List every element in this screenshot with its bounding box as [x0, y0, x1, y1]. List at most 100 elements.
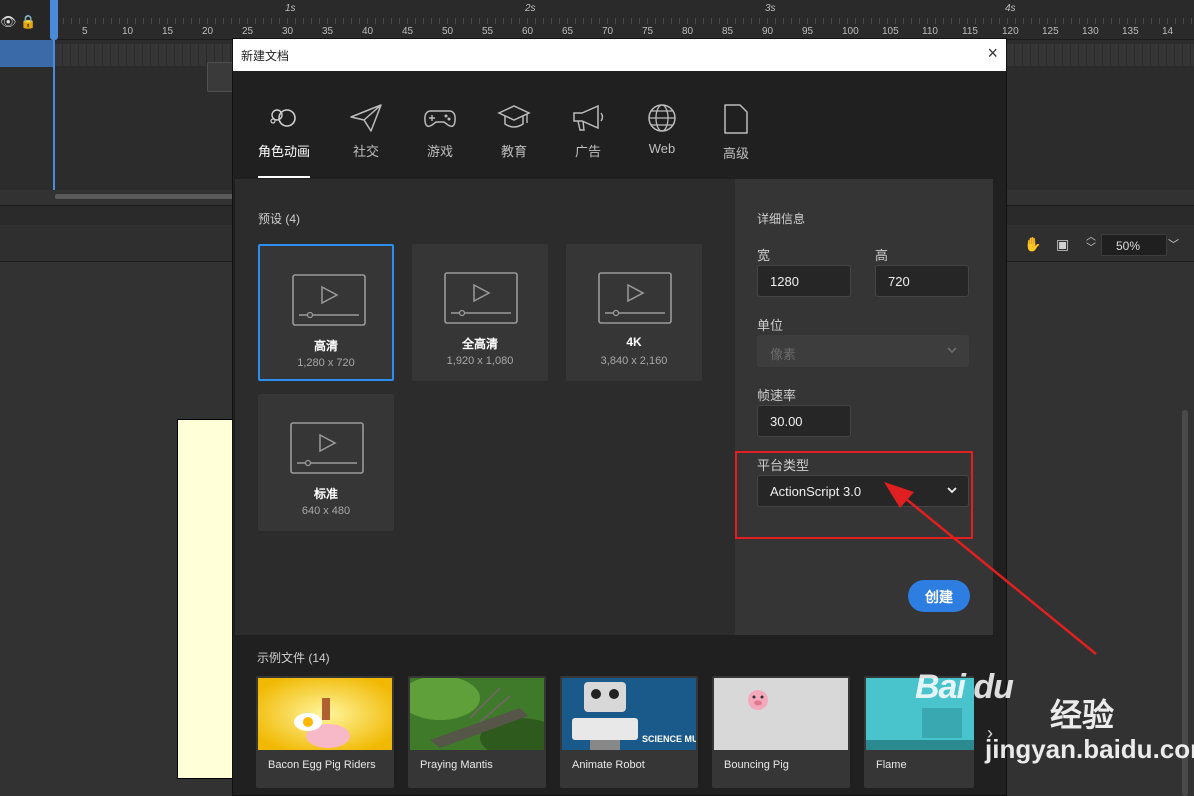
ruler-tick [167, 18, 168, 24]
eye-icon[interactable]: 👁 [0, 14, 17, 30]
ruler-tick [815, 18, 816, 24]
lock-icon[interactable]: 🔒 [20, 14, 36, 30]
ruler-tick [191, 18, 192, 24]
gamepad-icon [424, 110, 456, 128]
tab-advanced[interactable]: 高级 [706, 103, 766, 162]
tab-advertising[interactable]: 广告 [558, 103, 618, 160]
ruler-tick [639, 18, 640, 24]
ruler-tick [711, 18, 712, 24]
ruler-tick [1015, 18, 1016, 24]
ruler-tick [287, 18, 288, 24]
ruler-tick [439, 18, 440, 24]
ruler-tick [407, 18, 408, 24]
tab-label: 广告 [574, 144, 601, 159]
frame-tick-label: 75 [642, 26, 654, 37]
ruler-tick [215, 18, 216, 24]
preset-hd[interactable]: 高清 1,280 x 720 [258, 244, 394, 381]
width-input[interactable] [757, 265, 851, 297]
graduation-cap-icon [497, 105, 531, 128]
close-button[interactable]: × [987, 43, 998, 63]
sample-animate-robot[interactable]: SCIENCE MUSEUM Animate Robot [560, 676, 698, 788]
ruler-tick [935, 18, 936, 24]
ruler-tick [247, 18, 248, 24]
ruler-tick [127, 18, 128, 24]
zoom-input[interactable]: 50% [1101, 234, 1167, 256]
ruler-tick [631, 18, 632, 24]
chevron-down-icon[interactable]: ﹀ [1168, 236, 1179, 252]
ruler-tick [1143, 18, 1144, 24]
zoom-stepper-icon[interactable]: ︿ ﹀ [1086, 232, 1096, 254]
tab-education[interactable]: 教育 [484, 103, 544, 160]
ruler-tick [823, 18, 824, 24]
ruler-tick [175, 18, 176, 24]
fit-button[interactable] [207, 62, 233, 92]
frame-tick-label: 90 [762, 26, 774, 37]
preset-name: 高清 [313, 339, 338, 353]
ruler-tick [303, 18, 304, 24]
watermark-url: jingyan.baidu.com [985, 734, 1194, 764]
ruler-tick [1119, 18, 1120, 24]
ruler-tick [239, 18, 240, 24]
ruler-tick [471, 18, 472, 24]
tab-character-animation[interactable]: 角色动画 [254, 103, 314, 160]
preset-standard[interactable]: 标准 640 x 480 [258, 394, 394, 531]
ruler-tick [1127, 18, 1128, 24]
ruler-tick [295, 18, 296, 24]
sample-name: Praying Mantis [420, 759, 493, 771]
paper-plane-icon [350, 104, 382, 132]
ruler-tick [359, 18, 360, 24]
frame-ruler[interactable]: 5 10 15 20 25 30 35 40 45 50 55 60 65 70 75 80 85 90 95 100… [55, 0, 1194, 40]
playhead-handle[interactable] [50, 0, 58, 40]
dialog-title: 新建文档 [241, 49, 290, 63]
frame-tick-label: 14 [1162, 26, 1174, 37]
ruler-tick [1007, 18, 1008, 24]
ruler-tick [607, 18, 608, 24]
ruler-tick [1159, 18, 1160, 24]
ruler-tick [927, 18, 928, 24]
hand-tool-icon[interactable]: ✋ [1024, 236, 1041, 253]
sample-name: Bouncing Pig [724, 759, 789, 771]
sample-thumbnail [714, 678, 848, 750]
megaphone-icon [573, 104, 604, 131]
tab-social[interactable]: 社交 [336, 103, 396, 160]
ruler-tick [551, 18, 552, 24]
tab-web[interactable]: Web [632, 103, 692, 156]
fps-input[interactable] [757, 405, 851, 437]
ruler-tick [231, 18, 232, 24]
height-input[interactable] [875, 265, 969, 297]
frame-tick-label: 125 [1042, 26, 1059, 37]
ruler-tick [783, 18, 784, 24]
frame-tick-label: 135 [1122, 26, 1139, 37]
ruler-tick [1039, 18, 1040, 24]
tab-games[interactable]: 游戏 [410, 103, 470, 160]
ruler-tick [279, 18, 280, 24]
ruler-tick [895, 18, 896, 24]
ruler-tick [71, 18, 72, 24]
character-animation-icon [270, 109, 296, 127]
second-mark-label: 1s [285, 3, 296, 14]
unit-value: 像素 [770, 347, 797, 362]
ruler-tick [1191, 18, 1192, 24]
preset-4k[interactable]: 4K 3,840 x 2,160 [566, 244, 702, 381]
selected-layer[interactable] [0, 40, 53, 67]
ruler-tick [679, 18, 680, 24]
ruler-tick [207, 18, 208, 24]
sample-praying-mantis[interactable]: Praying Mantis [408, 676, 546, 788]
ruler-tick [799, 18, 800, 24]
ruler-tick [1087, 18, 1088, 24]
frame-tick-label: 60 [522, 26, 534, 37]
sample-thumbnail [410, 678, 544, 750]
ruler-tick [87, 18, 88, 24]
ruler-tick [1135, 18, 1136, 24]
frame-tick-label: 80 [682, 26, 694, 37]
unit-label: 单位 [757, 318, 784, 333]
active-tab-indicator [258, 176, 310, 178]
ruler-tick [1167, 18, 1168, 24]
sample-bacon-egg-pig-riders[interactable]: Bacon Egg Pig Riders [256, 676, 394, 788]
timeline-scrollbar[interactable] [55, 194, 235, 199]
ruler-tick [887, 18, 888, 24]
clip-content-icon[interactable]: ▣ [1056, 236, 1069, 253]
sample-bouncing-pig[interactable]: Bouncing Pig [712, 676, 850, 788]
preset-full-hd[interactable]: 全高清 1,920 x 1,080 [412, 244, 548, 381]
samples-label: 示例文件 (14) [257, 651, 330, 665]
